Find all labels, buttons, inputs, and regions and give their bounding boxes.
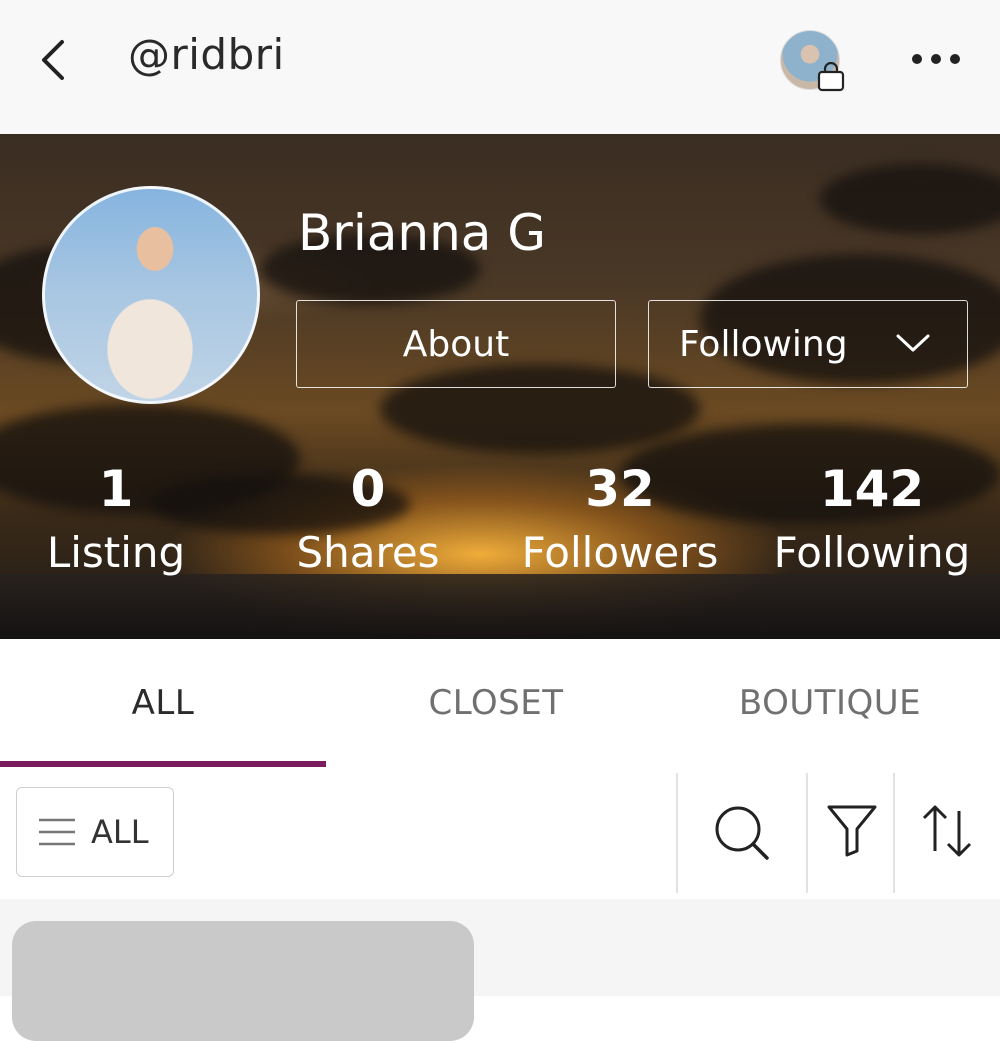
shopping-bag-icon[interactable] [816,62,846,92]
tab-closet[interactable]: CLOSET [333,639,659,767]
top-bar: @ridbri [0,0,1000,134]
tab-label: BOUTIQUE [738,683,922,723]
listing-toolbar: ALL [0,767,1000,899]
following-button-label: Following [679,323,848,365]
tab-boutique[interactable]: BOUTIQUE [667,639,993,767]
category-filter-label: ALL [91,813,149,851]
search-icon[interactable] [712,803,772,863]
tab-label: CLOSET [428,683,564,723]
filter-icon[interactable] [826,803,878,859]
chevron-down-icon [896,334,930,352]
stat-label: Following [773,528,971,577]
sort-icon[interactable] [920,803,974,859]
stat-value: 1 [98,460,134,518]
stat-label: Shares [296,528,440,577]
stat-followers[interactable]: 32 Followers [510,464,730,574]
profile-handle: @ridbri [128,30,285,79]
divider [676,773,678,893]
stat-value: 0 [350,460,386,518]
back-button[interactable] [34,38,74,82]
closet-tabs: ALL CLOSET BOUTIQUE [0,639,1000,768]
tab-all[interactable]: ALL [0,639,326,767]
stat-value: 32 [585,460,655,518]
stat-label: Listing [46,528,186,577]
listing-grid [0,899,1000,1041]
display-name: Brianna G [298,204,547,262]
stat-shares[interactable]: 0 Shares [258,464,478,574]
divider [893,773,895,893]
about-button-label: About [402,323,510,365]
stat-following[interactable]: 142 Following [762,464,982,574]
sea-horizon [0,574,1000,639]
profile-photo[interactable] [42,186,260,404]
stat-label: Followers [521,528,719,577]
stat-listing[interactable]: 1 Listing [6,464,226,574]
more-options-icon[interactable] [908,44,964,74]
category-filter-button[interactable]: ALL [16,787,174,877]
menu-lines-icon [39,818,75,846]
following-dropdown-button[interactable]: Following [648,300,968,388]
divider [806,773,808,893]
tab-label: ALL [131,683,195,723]
stat-value: 142 [819,460,925,518]
profile-banner: Brianna G About Following 1 Listing 0 Sh… [0,134,1000,639]
about-button[interactable]: About [296,300,616,388]
listing-card[interactable] [12,921,474,1041]
